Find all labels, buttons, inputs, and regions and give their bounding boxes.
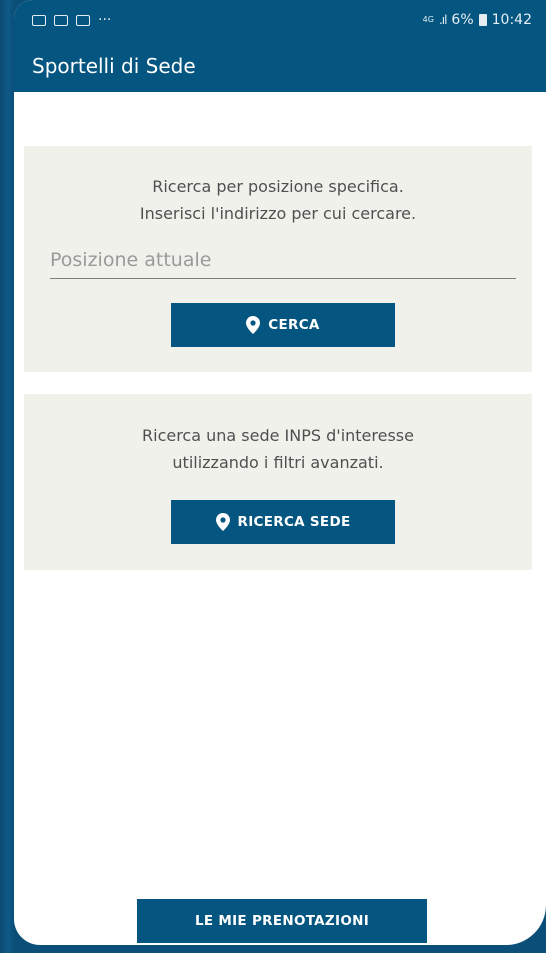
clock: 10:42: [491, 12, 532, 28]
search-button-label: CERCA: [268, 317, 320, 333]
office-search-button[interactable]: RICERCA SEDE: [171, 500, 395, 544]
location-search-description: Ricerca per posizione specifica. Inseris…: [24, 146, 532, 227]
office-search-card: Ricerca una sede INPS d'interesse utiliz…: [24, 394, 532, 570]
search-button[interactable]: CERCA: [171, 303, 395, 347]
status-bar-right: 4G .ıl 6% 10:42: [423, 12, 532, 28]
location-pin-icon: [215, 513, 230, 531]
my-bookings-button[interactable]: LE MIE PRENOTAZIONI: [137, 899, 427, 943]
location-pin-icon: [246, 316, 261, 334]
location-description-line1: Ricerca per posizione specifica.: [152, 177, 404, 196]
office-description-line2: utilizzando i filtri avanzati.: [172, 453, 384, 472]
office-search-description: Ricerca una sede INPS d'interesse utiliz…: [24, 394, 532, 476]
status-bar-left: ···: [32, 12, 111, 28]
office-description-line1: Ricerca una sede INPS d'interesse: [142, 426, 414, 445]
battery-icon: [478, 14, 487, 26]
position-input[interactable]: Posizione attuale: [50, 246, 516, 279]
battery-percent: 6%: [451, 12, 474, 28]
page-title: Sportelli di Sede: [32, 54, 196, 78]
location-search-card: Ricerca per posizione specifica. Inseris…: [24, 146, 532, 372]
overflow-dots: ···: [98, 12, 112, 28]
office-search-button-label: RICERCA SEDE: [237, 514, 351, 530]
screenshot-icon: [76, 14, 90, 26]
mail-icon: [32, 14, 46, 26]
image-icon: [54, 14, 68, 26]
signal-icon: .ıl: [438, 13, 448, 27]
app-bar: Sportelli di Sede: [14, 40, 546, 92]
status-bar: ··· 4G .ıl 6% 10:42: [14, 0, 546, 40]
phone-screen: ··· 4G .ıl 6% 10:42 Sportelli di Sede Ri…: [14, 0, 546, 945]
network-type: 4G: [422, 15, 434, 24]
device-frame: [0, 0, 14, 953]
location-description-line2: Inserisci l'indirizzo per cui cercare.: [139, 204, 417, 223]
